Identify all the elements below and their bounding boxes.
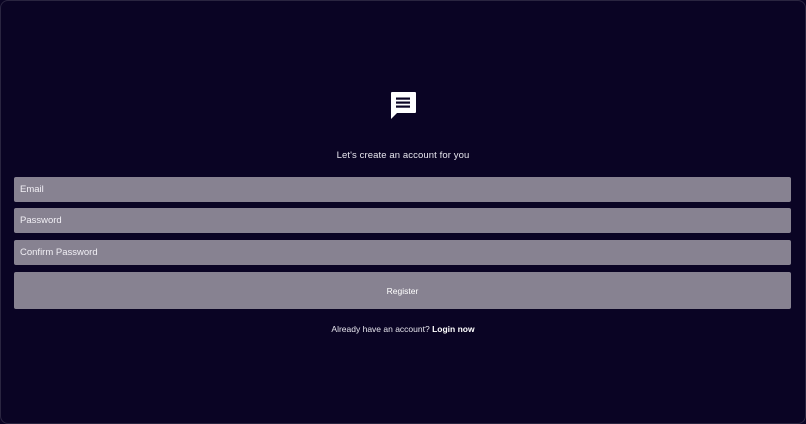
page-subtitle: Let's create an account for you bbox=[336, 150, 470, 161]
confirm-password-input[interactable] bbox=[20, 240, 785, 265]
password-field[interactable] bbox=[14, 208, 791, 233]
register-button[interactable]: Register bbox=[14, 272, 791, 309]
email-input[interactable] bbox=[20, 177, 785, 202]
login-prompt-text: Already have an account? bbox=[331, 324, 430, 334]
email-field[interactable] bbox=[14, 177, 791, 202]
login-now-link[interactable]: Login now bbox=[432, 324, 475, 334]
chat-bubble-icon bbox=[389, 91, 417, 119]
confirm-password-field[interactable] bbox=[14, 240, 791, 265]
login-prompt: Already have an account? Login now bbox=[0, 324, 806, 334]
password-input[interactable] bbox=[20, 208, 785, 233]
